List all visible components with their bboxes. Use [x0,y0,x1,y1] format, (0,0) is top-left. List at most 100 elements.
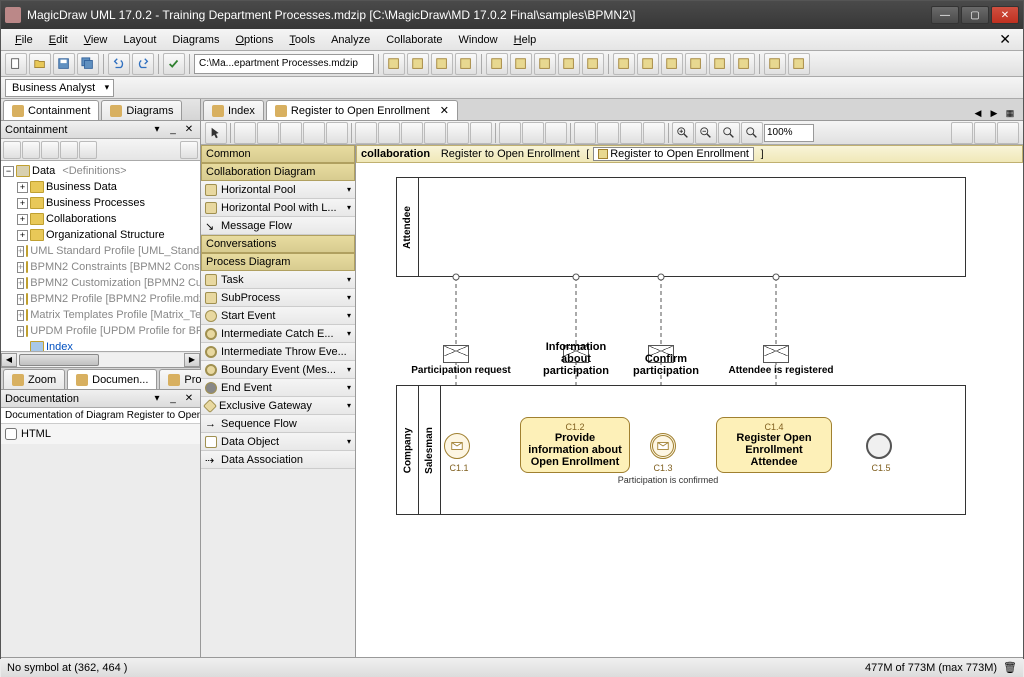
tree-btn-6[interactable] [180,141,198,159]
html-checkbox[interactable] [5,428,17,440]
menu-file[interactable]: File [7,32,41,48]
menu-options[interactable]: Options [227,32,281,48]
et-btn[interactable] [574,122,596,144]
scroll-right-button[interactable]: ▶ [184,353,200,367]
et-btn[interactable] [643,122,665,144]
et-btn[interactable] [303,122,325,144]
undo-button[interactable] [108,53,130,75]
nav-prev-button[interactable]: ◀ [971,106,985,120]
task-provide-info[interactable]: C1.2 Provideinformation aboutOpen Enroll… [520,417,630,473]
palette-xgate[interactable]: Exclusive Gateway▾ [201,397,355,415]
redo-button[interactable] [132,53,154,75]
diagram-btn-6[interactable] [510,53,532,75]
diagram-btn-13[interactable] [685,53,707,75]
panel-min-button[interactable]: _ [166,392,180,406]
tab-index[interactable]: Index [203,100,264,120]
expand-icon[interactable]: − [3,166,14,177]
et-btn[interactable] [522,122,544,144]
palette-intthrow[interactable]: Intermediate Throw Eve... [201,343,355,361]
menu-help[interactable]: Help [506,32,545,48]
panel-close-button[interactable]: ✕ [182,392,196,406]
palette-dataassoc[interactable]: ⇢Data Association [201,451,355,469]
minimize-button[interactable]: — [931,6,959,24]
menu-edit[interactable]: Edit [41,32,76,48]
close-button[interactable]: ✕ [991,6,1019,24]
palette-task[interactable]: Task▾ [201,271,355,289]
expand-icon[interactable]: + [17,246,24,257]
tab-register[interactable]: Register to Open Enrollment✕ [266,100,458,120]
diagram-btn-5[interactable] [486,53,508,75]
tab-zoom[interactable]: Zoom [3,369,65,389]
tree-btn-3[interactable] [41,141,59,159]
zoom-fit-button[interactable] [718,122,740,144]
et-btn[interactable] [974,122,996,144]
palette-msgflow[interactable]: ↘Message Flow [201,217,355,235]
expand-icon[interactable]: + [17,326,24,337]
et-btn[interactable] [997,122,1019,144]
expand-icon[interactable]: + [17,230,28,241]
documentation-text[interactable]: Documentation of Diagram Register to Ope… [1,408,200,424]
tab-documentation[interactable]: Documen... [67,369,157,389]
et-btn[interactable] [424,122,446,144]
et-btn[interactable] [234,122,256,144]
et-btn[interactable] [326,122,348,144]
intermediate-event[interactable] [650,433,676,459]
scroll-left-button[interactable]: ◀ [1,353,17,367]
zoom-in-button[interactable] [672,122,694,144]
tab-containment[interactable]: Containment [3,100,99,120]
palette-seqflow[interactable]: →Sequence Flow [201,415,355,433]
et-btn[interactable] [597,122,619,144]
et-btn[interactable] [545,122,567,144]
menu-layout[interactable]: Layout [115,32,164,48]
menu-view[interactable]: View [76,32,116,48]
expand-icon[interactable]: + [17,182,28,193]
menu-diagrams[interactable]: Diagrams [164,32,227,48]
menu-collaborate[interactable]: Collaborate [378,32,450,48]
tree-btn-2[interactable] [22,141,40,159]
palette-end[interactable]: End Event▾ [201,379,355,397]
tree-hscroll[interactable]: ◀ ▶ [1,351,200,367]
end-event[interactable] [866,433,892,459]
role-selector[interactable]: Business Analyst [5,79,114,97]
panel-menu-button[interactable]: ▾ [150,123,164,137]
pool-attendee[interactable]: Attendee [396,177,966,277]
diagram-btn-8[interactable] [558,53,580,75]
diagram-btn-16[interactable] [764,53,786,75]
et-btn[interactable] [257,122,279,144]
et-btn[interactable] [951,122,973,144]
tree-btn-4[interactable] [60,141,78,159]
panel-menu-button[interactable]: ▾ [150,392,164,406]
et-btn[interactable] [280,122,302,144]
tab-close-icon[interactable]: ✕ [440,104,449,117]
save-button[interactable] [53,53,75,75]
tab-diagrams[interactable]: Diagrams [101,100,182,120]
panel-close-button[interactable]: ✕ [182,123,196,137]
nav-list-button[interactable]: ▦ [1003,106,1017,120]
diagram-btn-10[interactable] [613,53,635,75]
diagram-btn-15[interactable] [733,53,755,75]
et-btn[interactable] [620,122,642,144]
palette-group-proc[interactable]: Process Diagram [201,253,355,271]
diagram-btn-12[interactable] [661,53,683,75]
trash-icon[interactable]: 🗑 [1003,661,1017,674]
et-btn[interactable] [447,122,469,144]
zoom-out-button[interactable] [695,122,717,144]
new-button[interactable] [5,53,27,75]
diagram-btn-9[interactable] [582,53,604,75]
diagram-btn-7[interactable] [534,53,556,75]
zoom-input[interactable]: 100% [764,124,814,142]
maximize-button[interactable]: ▢ [961,6,989,24]
expand-icon[interactable]: + [17,262,24,273]
diagram-btn-11[interactable] [637,53,659,75]
expand-icon[interactable]: + [17,294,24,305]
palette-boundary[interactable]: Boundary Event (Mes...▾ [201,361,355,379]
diagram-btn-17[interactable] [788,53,810,75]
project-path[interactable]: C:\Ma...epartment Processes.mdzip [194,54,374,74]
palette-dataobj[interactable]: Data Object▾ [201,433,355,451]
palette-intcatch[interactable]: Intermediate Catch E...▾ [201,325,355,343]
et-btn[interactable] [378,122,400,144]
menu-tools[interactable]: Tools [281,32,323,48]
open-button[interactable] [29,53,51,75]
palette-group-common[interactable]: Common [201,145,355,163]
palette-group-collab[interactable]: Collaboration Diagram [201,163,355,181]
